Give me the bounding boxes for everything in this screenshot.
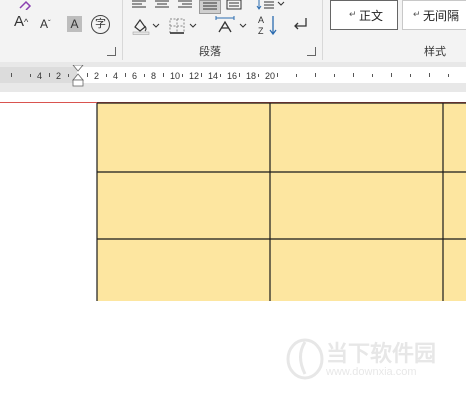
horizontal-ruler[interactable]: 4 2 2 4 6 8 10 12 14 16 18 20 <box>0 65 466 87</box>
justify-button[interactable] <box>199 0 221 14</box>
paragraph-group-label: 段落 <box>199 46 221 58</box>
watermark: 当下软件园 www.downxia.com <box>286 332 466 382</box>
watermark-title: 当下软件园 <box>326 341 437 366</box>
separator <box>122 0 123 60</box>
ruler-label: 4 <box>37 71 42 81</box>
shrink-font-label: A <box>40 17 49 31</box>
font-dialog-launcher[interactable] <box>107 47 116 56</box>
style-no-spacing-label: 无间隔 <box>423 9 460 23</box>
ruler-label: 8 <box>151 71 156 81</box>
ruler-label: 6 <box>132 71 137 81</box>
grow-font-button[interactable]: A^ <box>14 14 36 34</box>
align-center-icon[interactable] <box>155 0 169 8</box>
clear-formatting-icon[interactable] <box>18 0 34 10</box>
align-left-icon[interactable] <box>132 0 146 8</box>
ruler-label: 14 <box>208 71 218 81</box>
distribute-icon[interactable] <box>226 0 242 10</box>
ruler-area: 4 2 2 4 6 8 10 12 14 16 18 20 <box>0 62 466 92</box>
paragraph-mark-small-icon: ↵ <box>349 9 357 19</box>
ruler-label: 2 <box>94 71 99 81</box>
character-shading-button[interactable]: A <box>67 16 82 32</box>
svg-text:Z: Z <box>258 26 264 36</box>
character-spacing-icon[interactable] <box>214 15 248 35</box>
sort-icon[interactable]: A Z <box>258 14 280 36</box>
character-shading-label: A <box>70 17 79 31</box>
table-background <box>97 103 466 301</box>
watermark-url: www.downxia.com <box>326 366 417 378</box>
separator <box>322 0 323 60</box>
line-spacing-icon[interactable] <box>256 0 286 10</box>
ruler-label: 4 <box>113 71 118 81</box>
enclose-character-label: 字 <box>95 18 106 30</box>
ruler-label: 2 <box>56 71 61 81</box>
paragraph-mark-icon[interactable] <box>290 16 310 34</box>
styles-group-label: 样式 <box>424 46 446 58</box>
ribbon: A^ Aˇ A 字 A Z 段落 ↵ 正文 ↵ 无间隔 样式 <box>0 0 466 63</box>
watermark-logo-icon <box>286 338 324 380</box>
style-normal-label: 正文 <box>359 9 384 23</box>
align-right-icon[interactable] <box>178 0 192 8</box>
enclose-character-button[interactable]: 字 <box>91 15 110 34</box>
shading-icon[interactable] <box>131 17 161 35</box>
svg-text:A: A <box>258 15 264 25</box>
ruler-label: 12 <box>189 71 199 81</box>
left-indent-marker[interactable] <box>72 79 84 87</box>
document-table[interactable] <box>96 102 466 301</box>
grow-font-label: A <box>14 13 25 30</box>
borders-icon[interactable] <box>168 17 200 35</box>
shrink-font-button[interactable]: Aˇ <box>40 16 60 34</box>
ruler-label: 20 <box>265 71 275 81</box>
paragraph-dialog-launcher[interactable] <box>307 47 316 56</box>
justify-icon <box>203 2 217 10</box>
style-no-spacing[interactable]: ↵ 无间隔 <box>402 0 466 30</box>
style-normal[interactable]: ↵ 正文 <box>330 0 398 30</box>
ruler-label: 10 <box>170 71 180 81</box>
ruler-label: 16 <box>227 71 237 81</box>
ruler-label: 18 <box>246 71 256 81</box>
paragraph-mark-small-icon: ↵ <box>413 9 421 19</box>
